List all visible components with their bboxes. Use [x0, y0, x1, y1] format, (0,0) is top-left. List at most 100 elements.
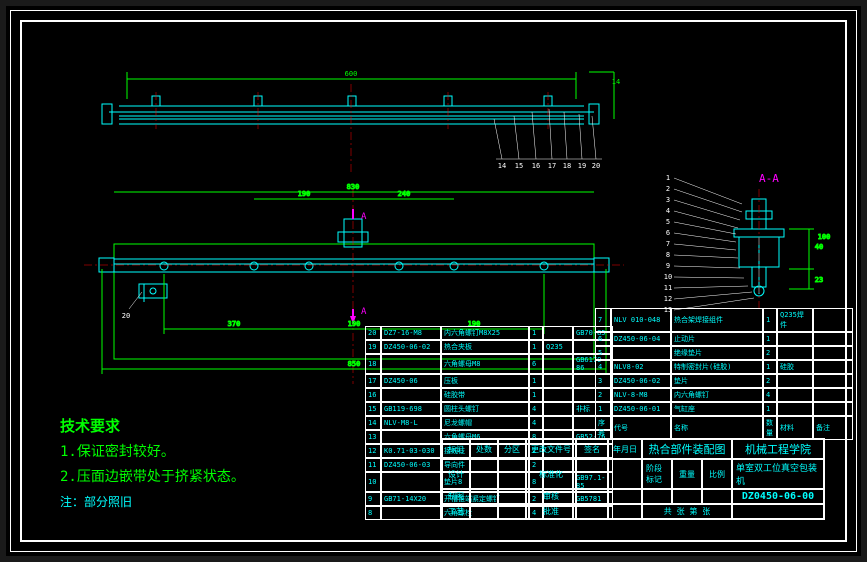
- bom-cell: [813, 308, 853, 332]
- bom-cell: DZ450-06-03: [381, 458, 441, 472]
- bom-cell: Q235焊件: [777, 308, 813, 332]
- bom-cell: 16: [365, 388, 381, 402]
- bom-cell: [381, 354, 441, 374]
- svg-text:20: 20: [122, 312, 130, 320]
- drawing-number: DZ0450-06-00: [732, 489, 824, 504]
- bom-cell: 1: [763, 308, 777, 332]
- bom-cell: 6: [595, 332, 611, 346]
- svg-text:3: 3: [666, 196, 670, 204]
- product: 单室双工位真空包装机: [732, 459, 824, 489]
- svg-text:19: 19: [578, 162, 586, 170]
- bom-cell: 4: [529, 402, 543, 416]
- bom-cell: 止动片: [671, 332, 763, 346]
- bom-cell: 4: [595, 360, 611, 374]
- bom-cell: [543, 388, 573, 402]
- svg-text:370: 370: [228, 320, 241, 328]
- bom-cell: GB71-14X20: [381, 492, 441, 506]
- bom-cell: [813, 374, 853, 388]
- svg-text:14: 14: [498, 162, 506, 170]
- bom-cell: [381, 506, 441, 520]
- bom-cell: 2: [763, 374, 777, 388]
- bom-cell: 6: [529, 354, 543, 374]
- bom-cell: 4: [763, 388, 777, 402]
- bom-cell: 1: [529, 374, 543, 388]
- bom-cell: 11: [365, 458, 381, 472]
- bom-cell: 尼龙螺帽: [441, 416, 529, 430]
- bom-cell: 圆柱头螺钉: [441, 402, 529, 416]
- bom-cell: 12: [365, 444, 381, 458]
- bom-cell: Q235: [543, 340, 573, 354]
- bom-cell: 2: [595, 388, 611, 402]
- bom-cell: NLV-M8-L: [381, 416, 441, 430]
- bom-cell: [543, 402, 573, 416]
- svg-text:6: 6: [666, 229, 670, 237]
- svg-text:11: 11: [664, 284, 672, 292]
- bom-cell: NLV-8-M8: [611, 388, 671, 402]
- bom-cell: DZ7-16-M8: [381, 326, 441, 340]
- svg-text:A: A: [361, 307, 367, 317]
- bom-cell: 15: [365, 402, 381, 416]
- svg-text:2: 2: [666, 185, 670, 193]
- svg-text:9: 9: [666, 262, 670, 270]
- svg-text:850: 850: [348, 360, 361, 368]
- section-balloons: 1 2 3 4 5 6 7 8 9 10 11 12 13: [664, 174, 754, 314]
- bom-cell: 1: [763, 402, 777, 416]
- bom-cell: [813, 346, 853, 360]
- bom-cell: 18: [365, 354, 381, 374]
- bom-cell: DZ450-06-02: [611, 374, 671, 388]
- svg-text:8: 8: [666, 251, 670, 259]
- bom-cell: 19: [365, 340, 381, 354]
- bom-cell: 硅胶: [777, 360, 813, 374]
- bom-cell: 13: [365, 430, 381, 444]
- bom-cell: [777, 402, 813, 416]
- bom-cell: [543, 354, 573, 374]
- bom-cell: [381, 472, 441, 492]
- bom-cell: 硅胶带: [441, 388, 529, 402]
- bom-cell: [777, 388, 813, 402]
- bom-cell: 气缸座: [671, 402, 763, 416]
- bom-cell: [381, 430, 441, 444]
- bom-cell: 特制密封片(硅胶): [671, 360, 763, 374]
- svg-text:20: 20: [592, 162, 600, 170]
- svg-text:240: 240: [398, 190, 411, 198]
- bom-cell: [813, 332, 853, 346]
- bom-cell: 压板: [441, 374, 529, 388]
- bom-cell: [813, 388, 853, 402]
- bom-cell: 1: [529, 388, 543, 402]
- dim-top-14: 14: [612, 78, 620, 86]
- svg-text:100: 100: [818, 233, 831, 241]
- bom-cell: 20: [365, 326, 381, 340]
- svg-text:17: 17: [548, 162, 556, 170]
- bom-cell: 六角螺母M8: [441, 354, 529, 374]
- bom-cell: [777, 346, 813, 360]
- bom-cell: 1: [763, 332, 777, 346]
- svg-text:5: 5: [666, 218, 670, 226]
- tech-req-line1: 1.保证密封较好。: [60, 440, 245, 465]
- svg-text:830: 830: [347, 183, 360, 191]
- bom-cell: 10: [365, 472, 381, 492]
- bom-cell: 8: [365, 506, 381, 520]
- bom-cell: [813, 360, 853, 374]
- bom-cell: DZ450-06-02: [381, 340, 441, 354]
- bom-cell: [381, 388, 441, 402]
- institution: 机械工程学院: [732, 439, 824, 459]
- bom-cell: 1: [763, 360, 777, 374]
- svg-text:190: 190: [348, 320, 361, 328]
- bom-cell: DZ450-06-01: [611, 402, 671, 416]
- bom-cell: 2: [763, 346, 777, 360]
- drawing-name: 热合部件装配图: [642, 439, 732, 459]
- bom-cell: 内六角螺钉: [671, 388, 763, 402]
- tech-req-title: 技术要求: [60, 413, 245, 440]
- svg-text:4: 4: [666, 207, 670, 215]
- bom-cell: [543, 374, 573, 388]
- bom-table-right: 7NLV 010-048热合架焊接组件1Q235焊件6DZ450-06-04止动…: [595, 308, 853, 440]
- bom-cell: 4: [529, 416, 543, 430]
- bom-cell: 1: [529, 340, 543, 354]
- svg-text:16: 16: [532, 162, 540, 170]
- note: 注：部分照旧: [60, 493, 132, 510]
- svg-text:A-A: A-A: [759, 172, 779, 185]
- bom-cell: [777, 374, 813, 388]
- bom-cell: 1: [529, 326, 543, 340]
- bom-cell: 3: [595, 374, 611, 388]
- title-block: 标记 处数 分区 更改文件号 签名 年月日 热合部件装配图 机械工程学院 设计 …: [441, 438, 825, 520]
